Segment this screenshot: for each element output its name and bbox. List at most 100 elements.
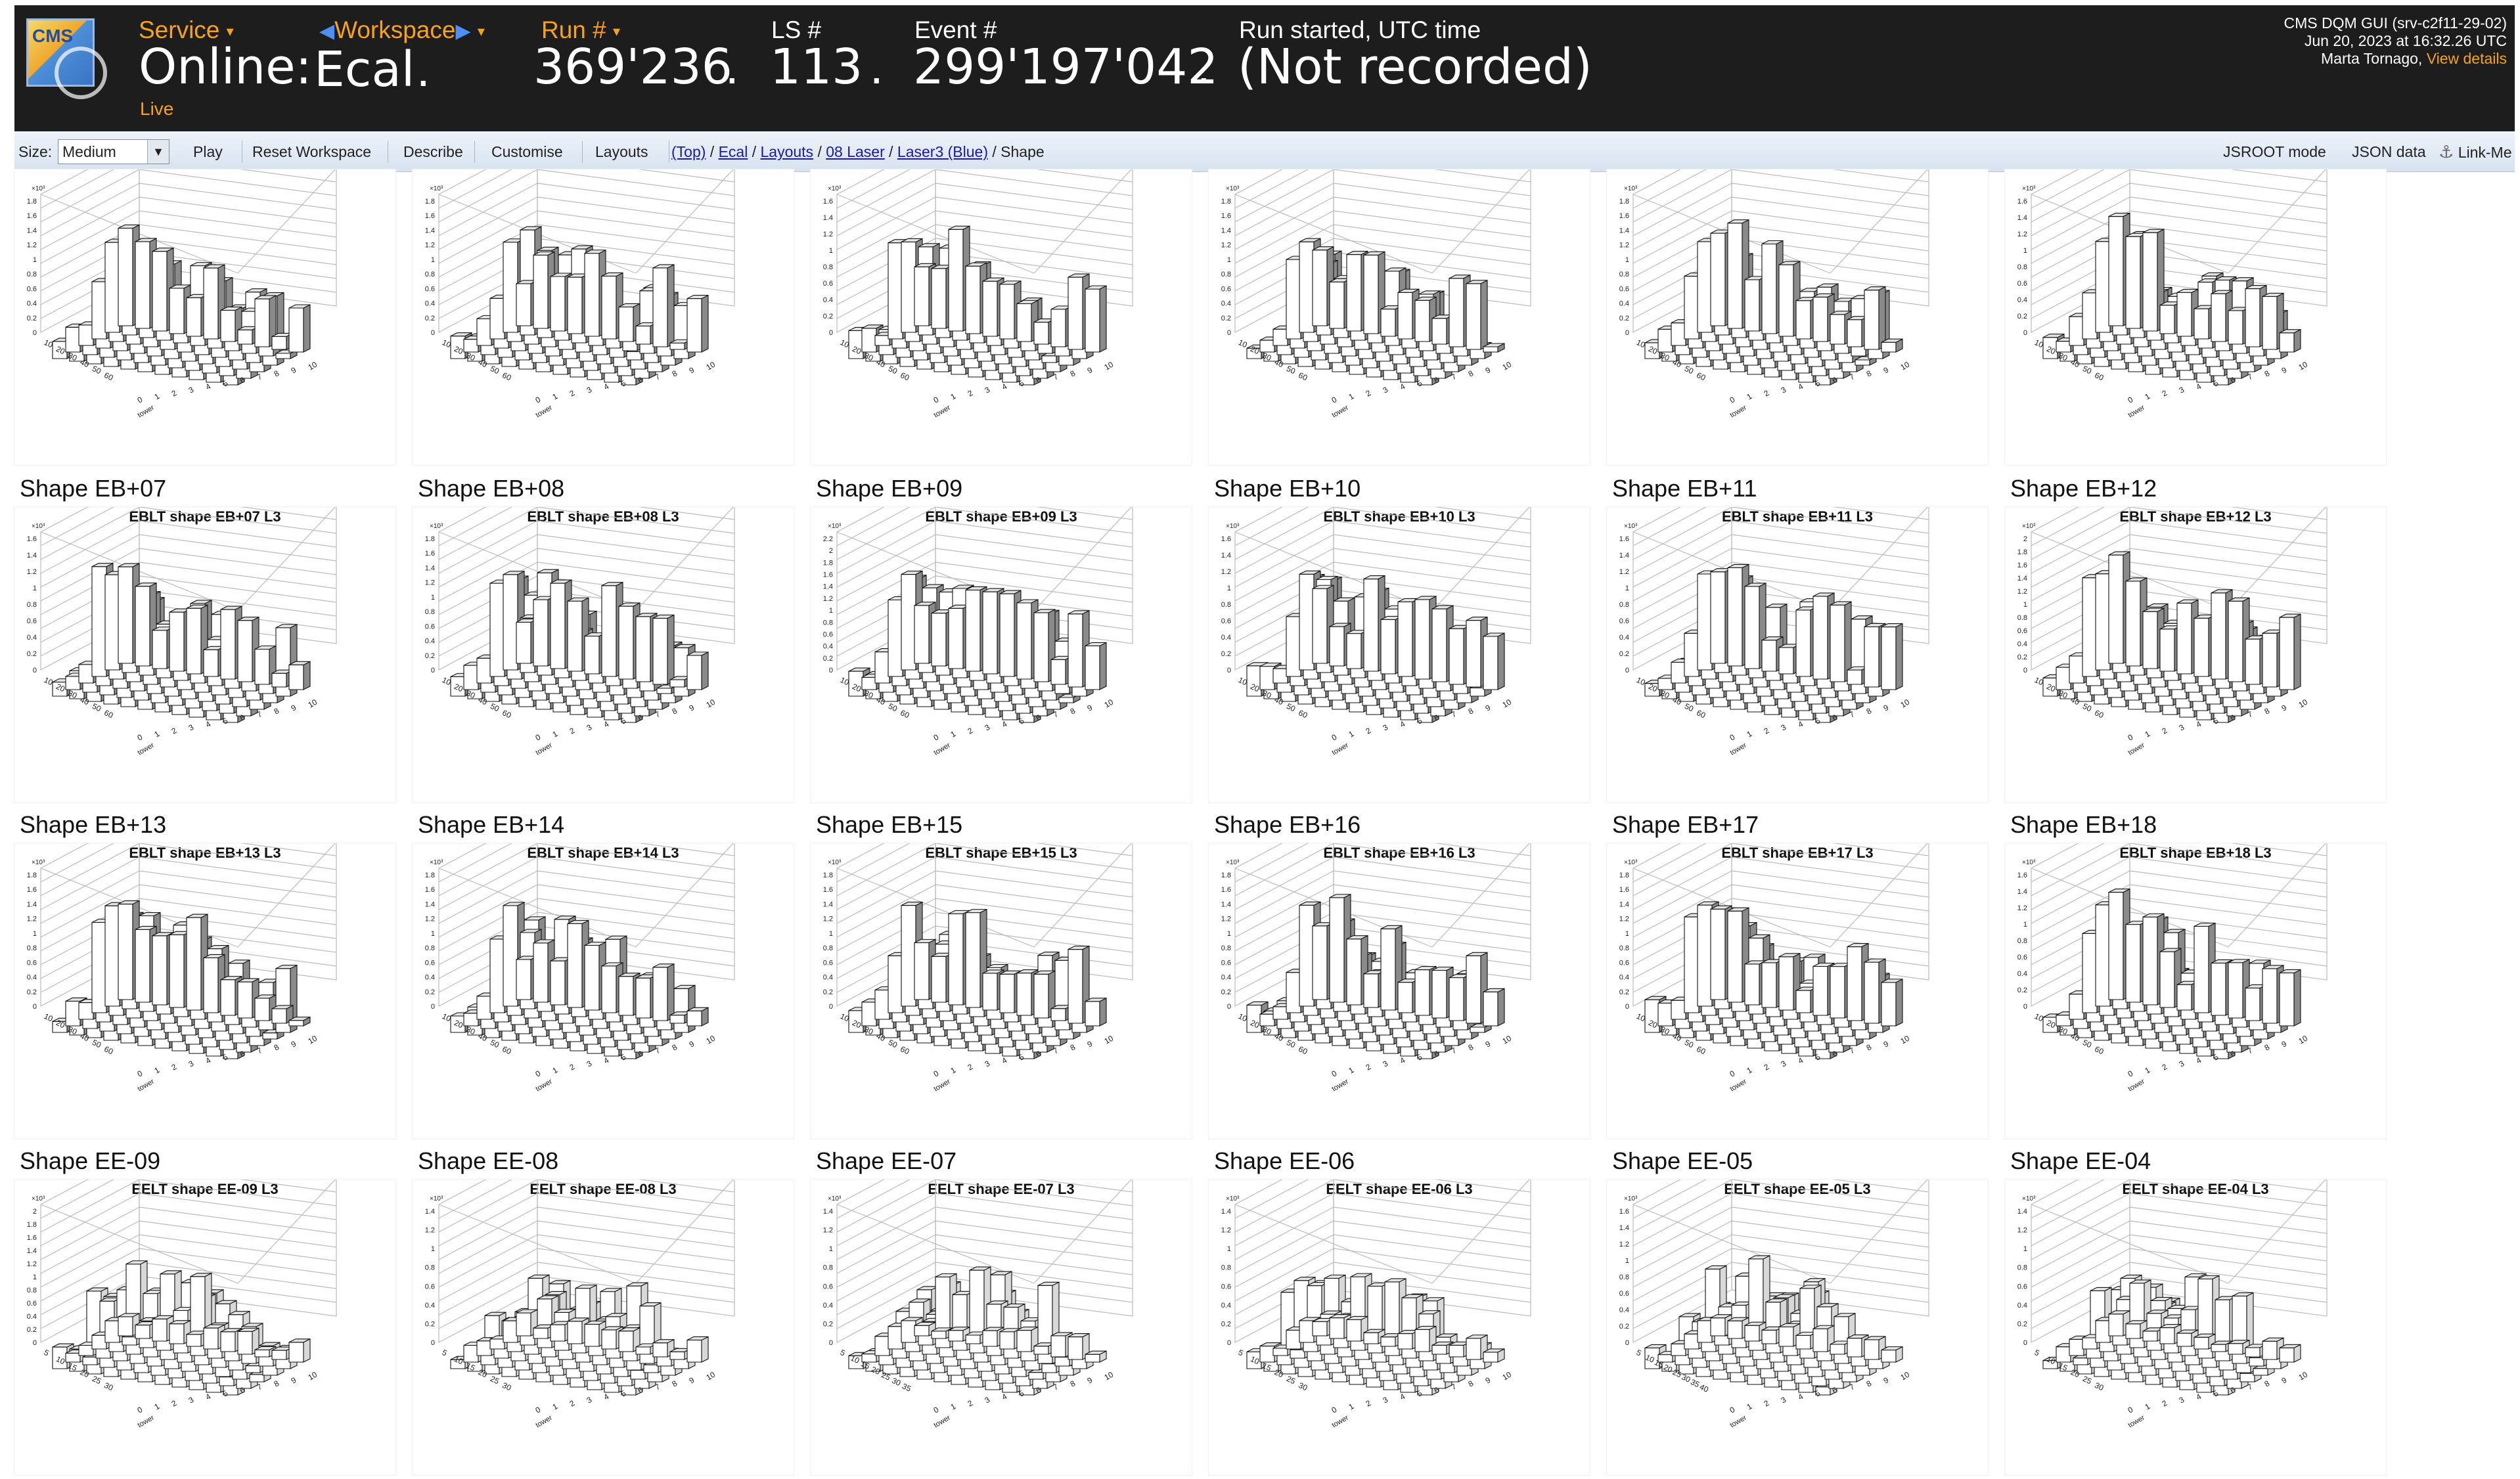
histogram-plot[interactable]: 00.20.40.60.811.21.41.61.8×10³1020304050… (413, 169, 794, 465)
plot-cell-title[interactable]: Shape EB+15 (816, 806, 962, 843)
plot-cell[interactable]: Shape EB+08EBLT shape EB+08 L300.20.40.6… (398, 470, 795, 806)
plot-cell[interactable]: Shape EB+10EBLT shape EB+10 L300.20.40.6… (1194, 470, 1591, 806)
histogram-plot[interactable]: 00.20.40.60.811.21.41.61.8×10³1020304050… (1209, 169, 1590, 465)
plot-cell[interactable]: Shape EB+11EBLT shape EB+11 L300.20.40.6… (1592, 470, 1989, 806)
y-tick-label: 0.4 (2017, 1302, 2027, 1310)
tower-tick-label: 2 (1763, 1062, 1771, 1072)
plot-cell-title[interactable]: Shape EB+09 (816, 470, 962, 507)
histogram-plot[interactable]: EBLT shape EB+12 L300.20.40.60.811.21.41… (2005, 507, 2386, 803)
y-tick-label: 0.6 (425, 285, 435, 293)
tower-tick-label: 2 (1364, 726, 1373, 736)
plot-cell-title[interactable]: Shape EB+14 (418, 806, 564, 843)
histogram-plot[interactable]: EBLT shape EB+16 L300.20.40.60.811.21.41… (1209, 843, 1590, 1139)
plot-cell[interactable]: 00.20.40.60.811.21.41.6×10³1020304050600… (796, 133, 1193, 469)
plot-cell-title[interactable]: Shape EE-06 (1214, 1143, 1355, 1180)
tower-tick-label: 9 (290, 703, 298, 713)
plot-cell[interactable]: Shape EB+09EBLT shape EB+09 L300.20.40.6… (796, 470, 1193, 806)
depth-tick-label: 60 (102, 708, 114, 720)
histogram-plot[interactable]: EBLT shape EB+08 L300.20.40.60.811.21.41… (413, 507, 794, 803)
histogram-plot[interactable]: EELT shape EE-04 L300.20.40.60.811.21.4×… (2005, 1180, 2386, 1475)
tower-tick-label: 8 (273, 1379, 281, 1389)
plot-cell[interactable]: Shape EB+14EBLT shape EB+14 L300.20.40.6… (398, 806, 795, 1143)
plot-cell[interactable]: Shape EE-04EELT shape EE-04 L300.20.40.6… (1991, 1143, 2387, 1479)
workspace-prev-icon[interactable]: ◀ (319, 20, 334, 42)
tower-tick-label: 8 (1069, 1042, 1077, 1053)
histogram-bar (653, 964, 674, 1021)
y-tick-label: 1 (1227, 585, 1231, 592)
histogram-plot[interactable]: 00.20.40.60.811.21.41.6×10³1020304050600… (2005, 169, 2386, 465)
y-tick-label: 0.6 (1619, 959, 1629, 967)
plot-cell-title[interactable]: Shape EB+18 (2010, 806, 2157, 843)
histogram-plot[interactable]: EELT shape EE-09 L300.20.40.60.811.21.41… (14, 1180, 395, 1475)
workspace-menu[interactable]: ◀Workspace▶ ▾ (319, 17, 485, 45)
y-exponent-label: ×10³ (430, 185, 443, 192)
workspace-next-icon[interactable]: ▶ (455, 20, 470, 42)
tower-tick-label: 4 (1797, 1392, 1805, 1402)
histogram-plot[interactable]: EBLT shape EB+09 L300.20.40.60.811.21.41… (811, 507, 1192, 803)
histogram-plot[interactable]: EBLT shape EB+13 L300.20.40.60.811.21.41… (14, 843, 395, 1139)
plot-cell-title[interactable]: Shape EB+13 (20, 806, 166, 843)
plot-cell-title[interactable]: Shape EB+17 (1612, 806, 1759, 843)
plot-cell-title[interactable]: Shape EE-07 (816, 1143, 956, 1180)
y-tick-label: 0 (1625, 667, 1629, 674)
tower-tick-label: 8 (1865, 1042, 1874, 1053)
histogram-plot[interactable]: EELT shape EE-08 L300.20.40.60.811.21.4×… (413, 1180, 794, 1475)
plot-cell[interactable]: Shape EE-07EELT shape EE-07 L300.20.40.6… (796, 1143, 1193, 1479)
service-caret-icon: ▾ (227, 23, 234, 39)
depth-tick-label: 60 (501, 708, 512, 720)
plot-cell-title[interactable]: Shape EB+11 (1612, 470, 1757, 507)
plot-cell-title[interactable]: Shape EE-09 (20, 1143, 160, 1180)
plot-cell[interactable]: 00.20.40.60.811.21.41.6×10³1020304050600… (1991, 133, 2387, 469)
tower-tick-label: 1 (949, 1402, 958, 1412)
plot-cell-title[interactable]: Shape EE-04 (2010, 1143, 2151, 1180)
histogram-plot[interactable]: EELT shape EE-06 L300.20.40.60.811.21.4×… (1209, 1180, 1590, 1475)
histogram-plot[interactable]: EELT shape EE-07 L300.20.40.60.811.21.4×… (811, 1180, 1192, 1475)
histogram-plot[interactable]: 00.20.40.60.811.21.41.61.8×10³1020304050… (1607, 169, 1988, 465)
plot-cell[interactable]: 00.20.40.60.811.21.41.61.8×10³1020304050… (398, 133, 795, 469)
histogram-plot[interactable]: 00.20.40.60.811.21.41.61.8×10³1020304050… (14, 169, 395, 465)
histogram-plot[interactable]: EBLT shape EB+18 L300.20.40.60.811.21.41… (2005, 843, 2386, 1139)
plot-cell[interactable]: Shape EB+16EBLT shape EB+16 L300.20.40.6… (1194, 806, 1591, 1143)
plot-cell-title[interactable]: Shape EB+07 (20, 470, 166, 507)
y-exponent-label: ×10³ (2022, 859, 2036, 866)
plot-cell-title[interactable]: Shape EE-05 (1612, 1143, 1753, 1180)
plot-cell-title[interactable]: Shape EB+08 (418, 470, 564, 507)
histogram-plot[interactable]: EBLT shape EB+07 L300.20.40.60.811.21.41… (14, 507, 395, 803)
plot-cell[interactable]: 00.20.40.60.811.21.41.61.8×10³1020304050… (0, 133, 397, 469)
histogram-bar (289, 1339, 310, 1362)
plot-cell[interactable]: Shape EB+13EBLT shape EB+13 L300.20.40.6… (0, 806, 397, 1143)
link-me-button[interactable]: ⚓ Link-Me (2439, 131, 2512, 172)
plot-cell[interactable]: Shape EE-06EELT shape EE-06 L300.20.40.6… (1194, 1143, 1591, 1479)
plot-cell-title[interactable]: Shape EB+12 (2010, 470, 2157, 507)
histogram-plot[interactable]: EBLT shape EB+17 L300.20.40.60.811.21.41… (1607, 843, 1988, 1139)
tower-tick-label: 9 (2280, 1039, 2289, 1049)
view-details-link[interactable]: View details (2427, 50, 2507, 67)
tower-tick-label: 10 (1501, 1034, 1514, 1046)
plot-cell[interactable]: Shape EE-09EELT shape EE-09 L300.20.40.6… (0, 1143, 397, 1479)
y-tick-label: 1.2 (1221, 568, 1231, 576)
tower-tick-label: 2 (568, 1062, 577, 1072)
histogram-bar (289, 1017, 310, 1026)
histogram-plot[interactable]: EELT shape EE-05 L300.20.40.60.811.21.41… (1607, 1180, 1988, 1475)
plot-cell[interactable]: Shape EE-05EELT shape EE-05 L300.20.40.6… (1592, 1143, 1989, 1479)
y-tick-label: 0 (33, 667, 37, 674)
histogram-plot[interactable]: EBLT shape EB+11 L300.20.40.60.811.21.41… (1607, 507, 1988, 803)
plot-cell-title[interactable]: Shape EB+10 (1214, 470, 1361, 507)
histogram-plot[interactable]: EBLT shape EB+15 L300.20.40.60.811.21.41… (811, 843, 1192, 1139)
cms-logo[interactable]: CMS (26, 18, 95, 87)
x-axis-label: tower (2127, 1078, 2147, 1093)
histogram-plot[interactable]: EBLT shape EB+14 L300.20.40.60.811.21.41… (413, 843, 794, 1139)
plot-cell[interactable]: Shape EB+12EBLT shape EB+12 L300.20.40.6… (1991, 470, 2387, 806)
plot-cell[interactable]: Shape EE-08EELT shape EE-08 L300.20.40.6… (398, 1143, 795, 1479)
plot-cell[interactable]: 00.20.40.60.811.21.41.61.8×10³1020304050… (1592, 133, 1989, 469)
plot-cell-title[interactable]: Shape EE-08 (418, 1143, 558, 1180)
plot-cell[interactable]: Shape EB+07EBLT shape EB+07 L300.20.40.6… (0, 470, 397, 806)
histogram-plot[interactable]: EBLT shape EB+10 L300.20.40.60.811.21.41… (1209, 507, 1590, 803)
y-tick-label: 1.4 (425, 900, 435, 908)
histogram-plot[interactable]: 00.20.40.60.811.21.41.6×10³1020304050600… (811, 169, 1192, 465)
plot-cell-title[interactable]: Shape EB+16 (1214, 806, 1361, 843)
plot-cell[interactable]: 00.20.40.60.811.21.41.61.8×10³1020304050… (1194, 133, 1591, 469)
plot-cell[interactable]: Shape EB+18EBLT shape EB+18 L300.20.40.6… (1991, 806, 2387, 1143)
plot-cell[interactable]: Shape EB+15EBLT shape EB+15 L300.20.40.6… (796, 806, 1193, 1143)
plot-cell[interactable]: Shape EB+17EBLT shape EB+17 L300.20.40.6… (1592, 806, 1989, 1143)
